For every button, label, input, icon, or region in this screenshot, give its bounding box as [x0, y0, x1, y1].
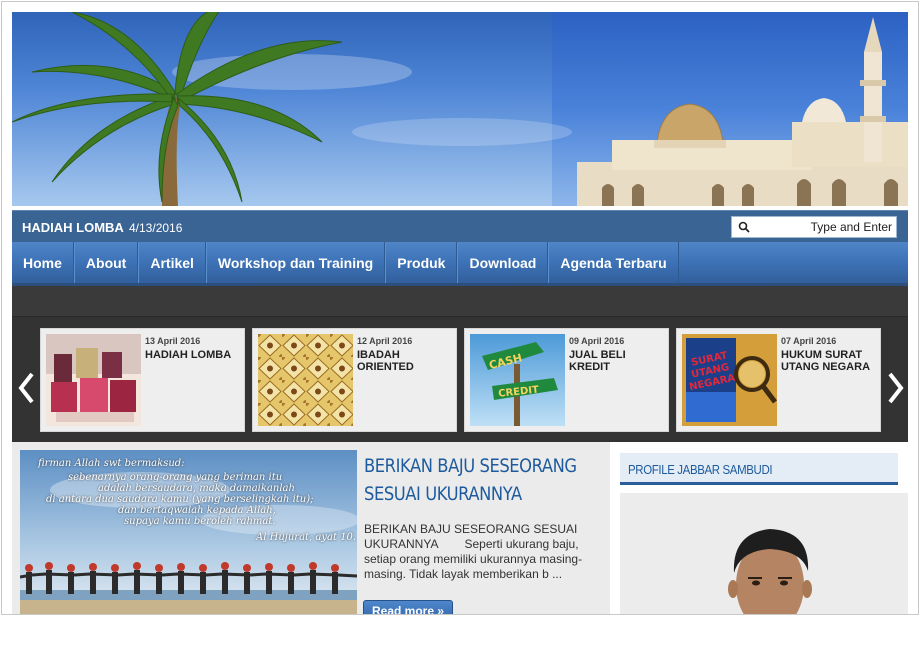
profile-photo [620, 493, 908, 614]
chevron-left-icon[interactable] [16, 368, 36, 408]
header-banner [12, 12, 908, 206]
main-nav: Home About Artikel Workshop dan Training… [12, 242, 908, 286]
image-caption-line: sebenarnya orang-orang yang beriman itu [68, 472, 283, 483]
nav-item-workshop[interactable]: Workshop dan Training [205, 242, 386, 283]
chevron-right-icon[interactable] [886, 368, 906, 408]
card-date: 07 April 2016 [781, 336, 837, 346]
image-caption-intro: firman Allah swt bermaksud: [38, 458, 185, 469]
post-image[interactable]: firman Allah swt bermaksud: sebenarnya o… [20, 450, 357, 614]
nav-item-about[interactable]: About [73, 242, 139, 283]
nav-item-agenda[interactable]: Agenda Terbaru [548, 242, 679, 283]
main-content: firman Allah swt bermaksud: sebenarnya o… [12, 442, 908, 614]
card-thumbnail-gifts[interactable] [46, 334, 141, 426]
carousel-card[interactable]: SURAT UTANG NEGARA 07 April 2016 HUKUM S… [676, 328, 881, 432]
card-date: 12 April 2016 [357, 336, 413, 346]
card-thumbnail-pattern[interactable] [258, 334, 353, 426]
post-title[interactable]: BERIKAN BAJU SESEORANG SESUAI UKURANNYA [364, 452, 601, 508]
post-excerpt: BERIKAN BAJU SESEORANG SESUAI UKURANNYA … [364, 522, 583, 581]
card-thumbnail-book[interactable]: SURAT UTANG NEGARA [682, 334, 777, 426]
carousel-card[interactable]: CASH CREDIT 09 April 2016 JUAL BELI KRED… [464, 328, 669, 432]
card-thumbnail-cash-credit[interactable]: CASH CREDIT [470, 334, 565, 426]
current-date: 4/13/2016 [129, 221, 183, 235]
search-icon [738, 221, 750, 233]
image-caption-line: adalah bersaudara, maka damaikanlah [98, 483, 295, 494]
browser-frame: HADIAH LOMBA 4/13/2016 Home About Artike… [1, 1, 919, 615]
banner-illustration [12, 12, 908, 206]
image-caption-line: dan bertaqwalah kepada Allah, [118, 505, 276, 516]
card-title[interactable]: HADIAH LOMBA [145, 349, 241, 361]
nav-item-home[interactable]: Home [12, 242, 74, 283]
read-more-button[interactable]: Read more » [363, 600, 453, 614]
card-date: 13 April 2016 [145, 336, 201, 346]
search-box[interactable] [731, 216, 897, 238]
sidebar: PROFILE JABBAR SAMBUDI [610, 442, 908, 614]
card-title[interactable]: JUAL BELI KREDIT [569, 349, 665, 373]
image-caption-ref: Al Hujurat, ayat 10. [256, 532, 357, 543]
card-date: 09 April 2016 [569, 336, 625, 346]
top-bar: HADIAH LOMBA 4/13/2016 [12, 210, 908, 242]
site-title[interactable]: HADIAH LOMBA [22, 220, 124, 235]
card-title[interactable]: IBADAH ORIENTED [357, 349, 453, 373]
page: HADIAH LOMBA 4/13/2016 Home About Artike… [0, 0, 921, 671]
nav-item-download[interactable]: Download [457, 242, 549, 283]
featured-carousel: 13 April 2016 HADIAH LOMBA 12 April 2016… [12, 286, 908, 442]
carousel-card[interactable]: 13 April 2016 HADIAH LOMBA [40, 328, 245, 432]
card-title[interactable]: HUKUM SURAT UTANG NEGARA [781, 349, 877, 373]
carousel-card[interactable]: 12 April 2016 IBADAH ORIENTED [252, 328, 457, 432]
search-input[interactable] [756, 219, 894, 235]
widget-title: PROFILE JABBAR SAMBUDI [628, 462, 773, 477]
image-caption-line: di antara dua saudara kamu (yang berseli… [46, 494, 314, 505]
featured-post: firman Allah swt bermaksud: sebenarnya o… [12, 442, 610, 614]
nav-item-produk[interactable]: Produk [385, 242, 458, 283]
image-caption-line: supaya kamu beroleh rahmat. [124, 516, 276, 527]
widget-header: PROFILE JABBAR SAMBUDI [620, 453, 898, 485]
nav-item-artikel[interactable]: Artikel [138, 242, 206, 283]
carousel-top-band [12, 286, 908, 317]
